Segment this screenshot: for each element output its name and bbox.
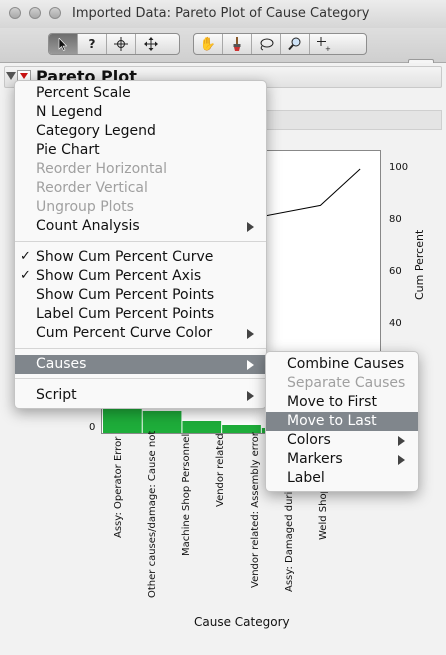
menu-item-show-cum-percent-points[interactable]: Show Cum Percent Points [15,286,266,305]
right-axis-tick-100: 100 [389,162,409,173]
submenu-item-move-to-first[interactable]: Move to First [266,393,418,412]
category-label-7: Weld Shop [318,487,329,540]
submenu-arrow-icon [398,436,405,446]
submenu-arrow-icon [247,222,254,232]
pareto-options-menu: Percent Scale N Legend Category Legend P… [14,80,267,409]
x-axis-title: Cause Category [194,615,290,629]
menu-item-show-cum-percent-curve[interactable]: ✓ Show Cum Percent Curve [15,248,266,267]
disclosure-triangle-icon[interactable] [6,72,16,80]
category-label-1: Assy: Operator Error [113,436,124,538]
arrow-cursor-icon [58,37,68,51]
menu-item-reorder-horizontal: Reorder Horizontal [36,161,167,177]
menu-separator [15,378,266,379]
window-title: Imported Data: Pareto Plot of Cause Cate… [72,6,370,21]
title-bar: Imported Data: Pareto Plot of Cause Cate… [0,0,446,29]
annotate-tool-button[interactable]: + [310,34,339,54]
submenu-arrow-icon [247,391,254,401]
tool-group-analysis: ✋ + [193,33,367,55]
submenu-arrow-icon [247,329,254,339]
menu-item-count-analysis[interactable]: Count Analysis [15,217,266,236]
checkmark-icon: ✓ [20,268,31,283]
magnifier-icon [288,37,301,51]
hand-icon: ✋ [199,36,217,52]
submenu-item-colors[interactable]: Colors [266,431,418,450]
lasso-icon [260,38,273,50]
right-axis-title: Cum Percent [413,229,426,300]
menu-item-pie-chart[interactable]: Pie Chart [15,141,266,160]
annotate-crosshair-icon: + [317,37,331,51]
crosshair-icon [114,37,128,51]
menu-item-percent-scale[interactable]: Percent Scale [15,84,266,103]
bar-2 [142,411,182,433]
lasso-tool-button[interactable] [252,34,281,54]
menu-separator [15,241,266,242]
category-label-2: Other causes/damage: Cause not [147,430,158,598]
move-arrows-icon [143,37,158,51]
submenu-item-move-to-last[interactable]: Move to Last [266,412,418,431]
category-label-6: Assy: Damaged durin [284,485,295,592]
crosshair-tool-button[interactable] [107,34,136,54]
right-axis-tick-80: 80 [389,214,402,225]
menu-item-cum-percent-curve-color[interactable]: Cum Percent Curve Color [15,324,266,343]
minimize-window-button[interactable] [29,7,41,19]
grabber-tool-button[interactable] [136,34,165,54]
brush-tool-button[interactable] [223,34,252,54]
category-label-5: Vendor related: Assembly error [250,432,261,588]
category-label-3: Machine Shop Personnel [181,433,192,556]
menu-item-reorder-vertical: Reorder Vertical [36,180,148,196]
svg-text:+: + [325,45,331,51]
zoom-window-button[interactable] [49,7,61,19]
menu-item-label-cum-percent-points[interactable]: Label Cum Percent Points [15,305,266,324]
right-axis-tick-60: 60 [389,266,402,277]
magnifier-tool-button[interactable] [281,34,310,54]
submenu-item-label[interactable]: Label [266,469,418,488]
toolbar: ? ✋ + JMP [0,28,446,90]
checkmark-icon: ✓ [20,249,31,264]
left-axis-tick-0: 0 [89,422,96,433]
brush-icon [233,37,241,51]
arrow-tool-button[interactable] [49,34,78,54]
close-window-button[interactable] [9,7,21,19]
menu-separator [15,348,266,349]
menu-item-n-legend[interactable]: N Legend [15,103,266,122]
tool-group-selection: ? [48,33,180,55]
menu-item-script[interactable]: Script [15,386,266,405]
submenu-item-separate-causes: Separate Causes [287,375,406,391]
menu-item-show-cum-percent-axis[interactable]: ✓ Show Cum Percent Axis [15,267,266,286]
app-window: Imported Data: Pareto Plot of Cause Cate… [0,0,446,655]
submenu-arrow-icon [398,455,405,465]
bar-3 [182,421,222,433]
submenu-item-combine-causes[interactable]: Combine Causes [266,355,418,374]
right-axis-tick-40: 40 [389,318,402,329]
help-tool-button[interactable]: ? [78,34,107,54]
causes-submenu: Combine Causes Separate Causes Move to F… [265,351,419,492]
menu-item-causes[interactable]: Causes [15,355,266,374]
hand-tool-button[interactable]: ✋ [194,34,223,54]
submenu-item-markers[interactable]: Markers [266,450,418,469]
category-label-4: Vendor related [215,433,226,507]
question-mark-icon: ? [88,37,96,51]
submenu-arrow-icon [247,360,254,370]
menu-item-category-legend[interactable]: Category Legend [15,122,266,141]
menu-item-ungroup-plots: Ungroup Plots [36,199,134,215]
